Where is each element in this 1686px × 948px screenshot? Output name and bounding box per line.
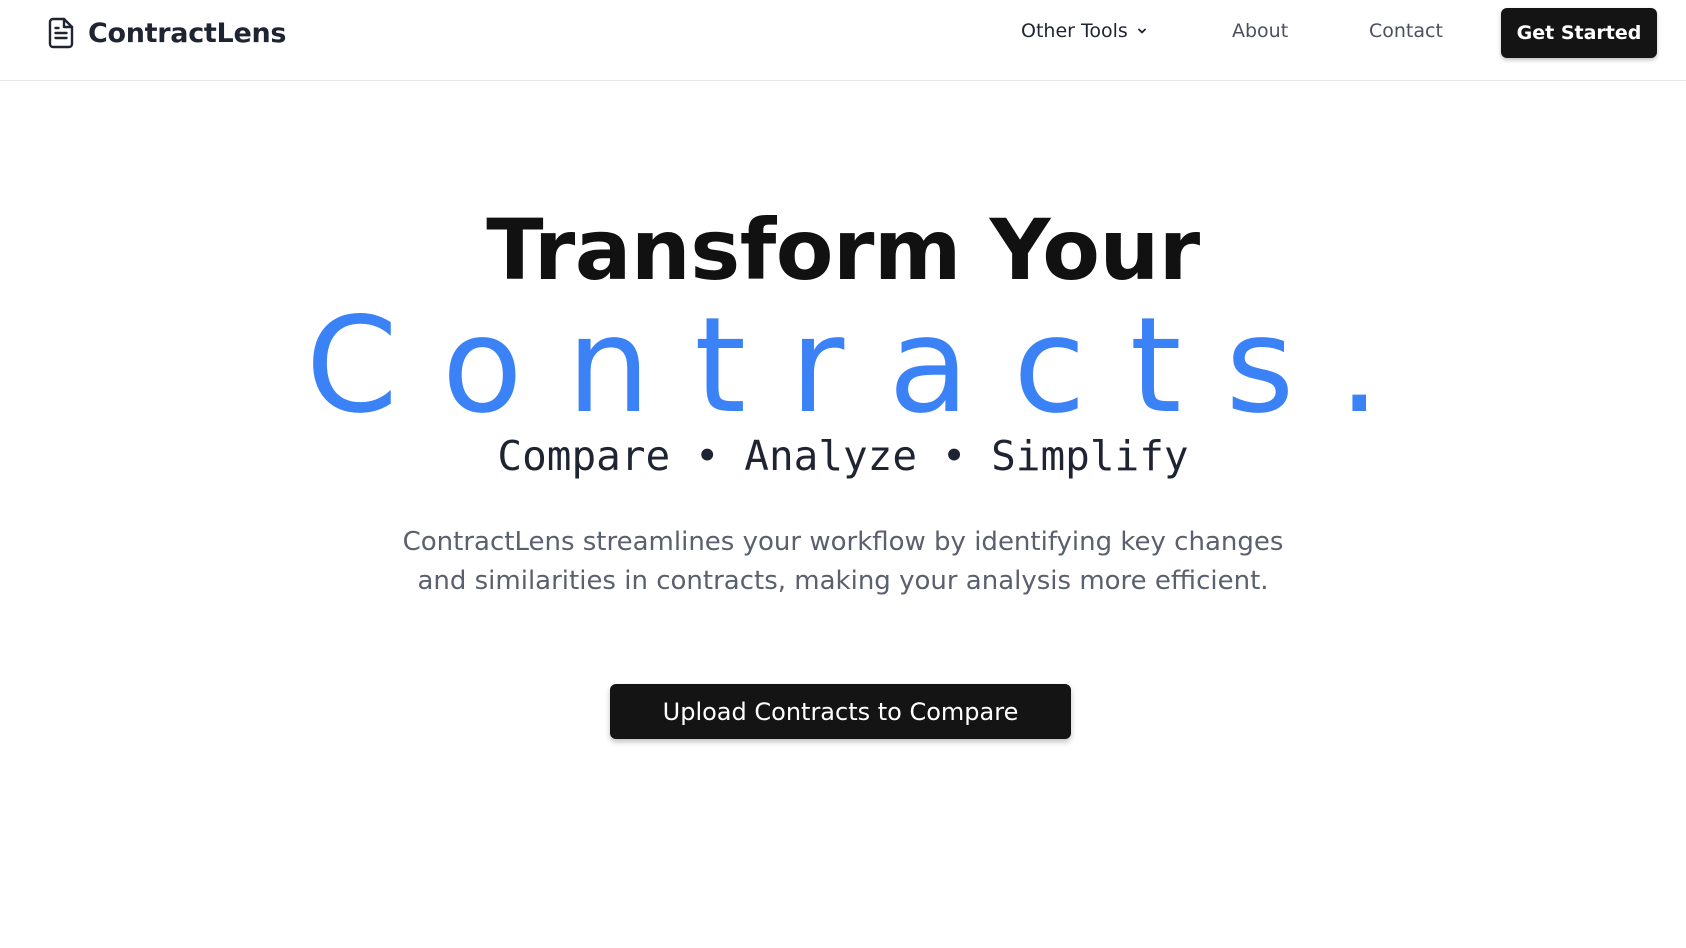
upload-contracts-button[interactable]: Upload Contracts to Compare: [610, 684, 1071, 739]
brand-logo-link[interactable]: ContractLens: [46, 16, 286, 50]
nav-other-tools-label: Other Tools: [1021, 20, 1128, 42]
get-started-button[interactable]: Get Started: [1501, 8, 1657, 58]
nav-about-link[interactable]: About: [1232, 20, 1288, 42]
hero-tagline: Compare • Analyze • Simplify: [497, 432, 1189, 480]
nav-contact-link[interactable]: Contact: [1369, 20, 1443, 42]
top-navigation-bar: ContractLens Other Tools About Contact G…: [0, 0, 1686, 81]
nav-other-tools-dropdown[interactable]: Other Tools: [1021, 20, 1148, 42]
hero-description: ContractLens streamlines your workflow b…: [402, 527, 1284, 596]
hero-accent-word: Contracts.: [305, 289, 1425, 443]
chevron-down-icon: [1136, 25, 1148, 37]
document-icon: [46, 16, 76, 50]
hero-title: Transform Your: [486, 201, 1200, 299]
brand-name: ContractLens: [88, 17, 287, 49]
